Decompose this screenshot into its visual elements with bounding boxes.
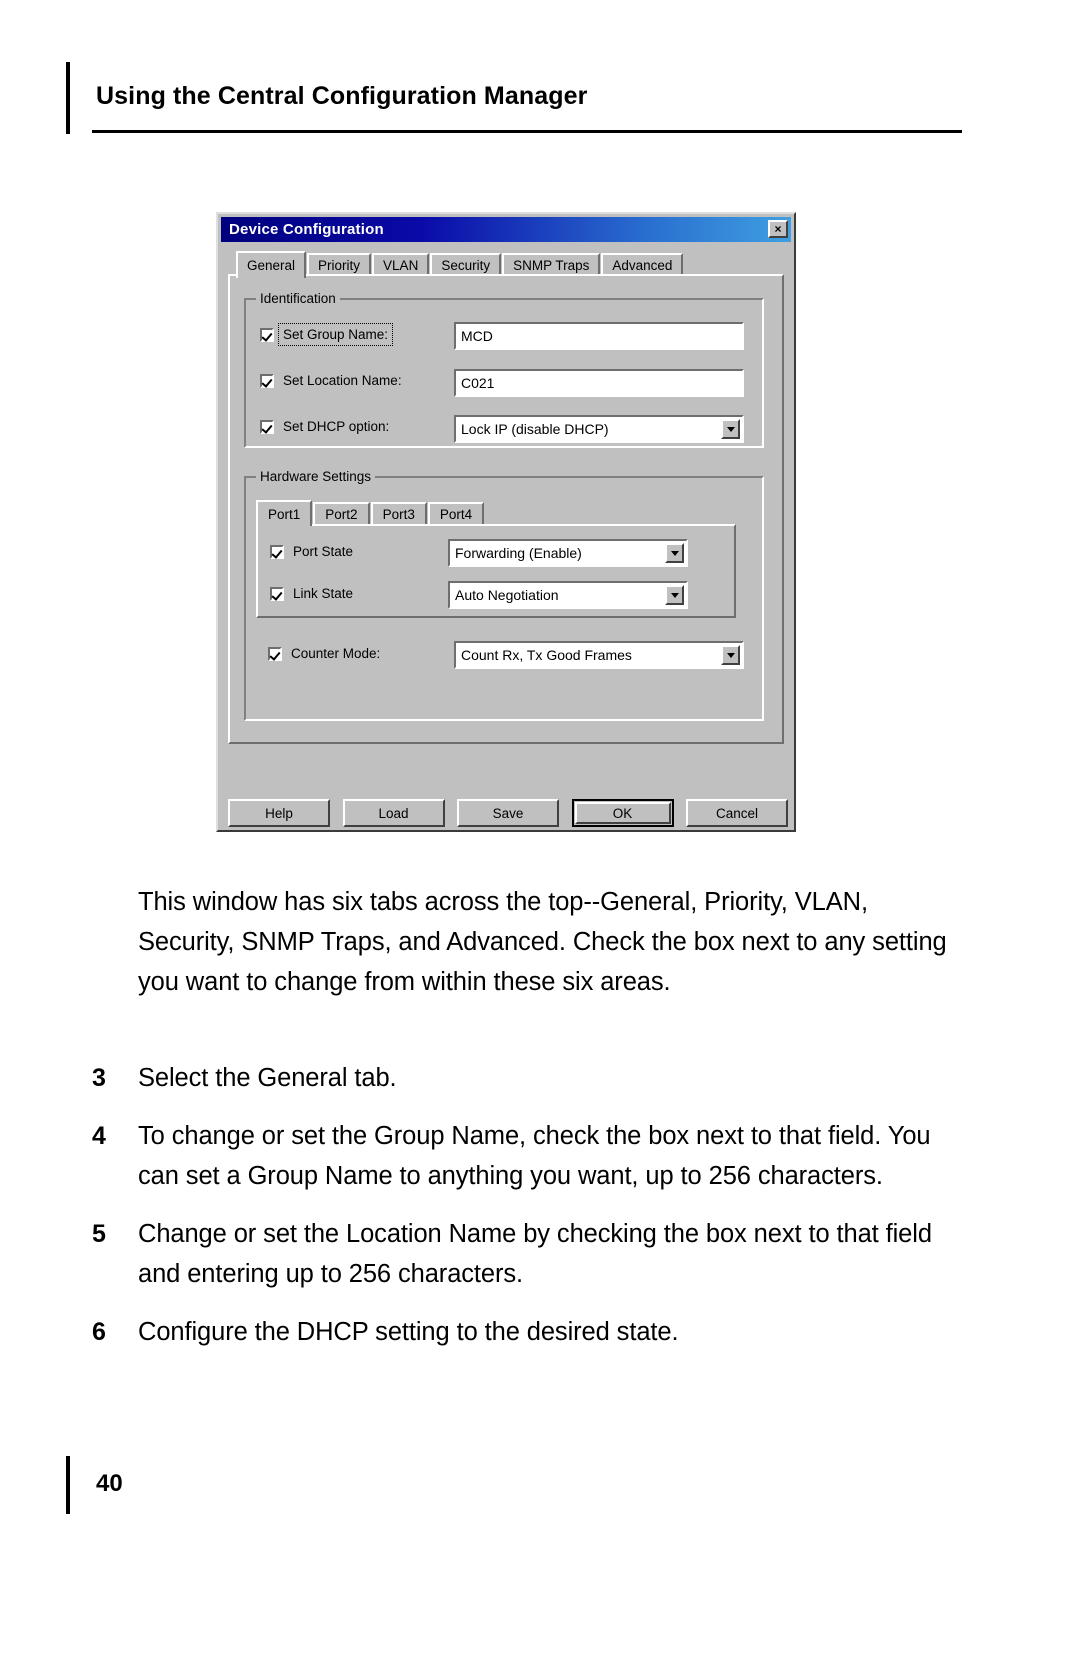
tab-port2[interactable]: Port2 xyxy=(313,502,370,524)
link-state-checkbox[interactable] xyxy=(270,586,284,601)
set-location-name-row: Set Location Name: xyxy=(260,373,402,388)
load-button-label: Load xyxy=(378,805,409,821)
port-state-combobox[interactable]: Forwarding (Enable) xyxy=(448,539,688,567)
tab-priority-label: Priority xyxy=(318,258,361,273)
group-name-input[interactable]: MCD xyxy=(454,322,744,350)
counter-mode-label: Counter Mode: xyxy=(291,646,381,661)
tab-port3-label: Port3 xyxy=(382,506,415,522)
page-footer: 40 xyxy=(66,1456,266,1516)
dialog-button-bar: Help Load Save OK Cancel xyxy=(228,796,788,830)
step-number: 3 xyxy=(92,1064,106,1092)
tab-snmp-traps[interactable]: SNMP Traps xyxy=(502,253,601,276)
port1-page: Port State Forwarding (Enable) Link Stat… xyxy=(256,524,736,618)
set-group-name-label: Set Group Name: xyxy=(277,323,394,346)
tab-port4-label: Port4 xyxy=(439,506,473,522)
list-item: 5 Change or set the Location Name by che… xyxy=(92,1214,972,1294)
cancel-button-label: Cancel xyxy=(715,805,759,821)
group-name-value: MCD xyxy=(461,328,493,344)
hardware-settings-groupbox: Hardware Settings Port1 Port2 Port3 Port… xyxy=(244,469,764,721)
tab-advanced-label: Advanced xyxy=(612,258,673,273)
page-number: 40 xyxy=(96,1470,123,1497)
hardware-settings-legend: Hardware Settings xyxy=(256,469,376,484)
counter-mode-value: Count Rx, Tx Good Frames xyxy=(461,647,632,663)
identification-legend: Identification xyxy=(256,291,340,306)
tab-vlan[interactable]: VLAN xyxy=(372,253,430,276)
tab-vlan-label: VLAN xyxy=(383,258,419,273)
step-number: 6 xyxy=(92,1318,106,1346)
dialog-client-area: General Priority VLAN Security SNMP Trap… xyxy=(228,250,784,790)
chevron-down-icon[interactable] xyxy=(721,645,740,665)
dhcp-option-value: Lock IP (disable DHCP) xyxy=(461,421,609,437)
cancel-button[interactable]: Cancel xyxy=(686,799,788,827)
set-location-name-label: Set Location Name: xyxy=(283,373,402,388)
step-text: Change or set the Location Name by check… xyxy=(138,1220,932,1288)
port-state-row: Port State xyxy=(270,544,353,559)
tab-port1[interactable]: Port1 xyxy=(256,500,313,526)
tab-advanced[interactable]: Advanced xyxy=(601,253,684,276)
port-tabstrip: Port1 Port2 Port3 Port4 xyxy=(256,500,485,526)
counter-mode-checkbox[interactable] xyxy=(268,646,282,661)
tab-port1-label: Port1 xyxy=(268,506,301,522)
save-button-label: Save xyxy=(492,805,524,821)
help-button[interactable]: Help xyxy=(228,799,330,827)
port-state-checkbox[interactable] xyxy=(270,544,284,559)
header-bottom-rule xyxy=(92,130,962,133)
tab-port2-label: Port2 xyxy=(325,506,358,522)
close-icon[interactable]: × xyxy=(768,220,788,238)
identification-groupbox: Identification Set Group Name: MCD Set L… xyxy=(244,291,764,448)
list-item: 6 Configure the DHCP setting to the desi… xyxy=(92,1312,972,1352)
link-state-combobox[interactable]: Auto Negotiation xyxy=(448,581,688,609)
load-button[interactable]: Load xyxy=(342,799,445,827)
step-number: 5 xyxy=(92,1220,106,1248)
save-button[interactable]: Save xyxy=(457,799,559,827)
tab-general-label: General xyxy=(247,258,296,273)
step-text: To change or set the Group Name, check t… xyxy=(138,1122,931,1190)
counter-mode-row: Counter Mode: xyxy=(268,646,380,661)
set-location-name-checkbox[interactable] xyxy=(260,373,274,388)
list-item: 3 Select the General tab. xyxy=(92,1058,972,1098)
set-dhcp-option-row: Set DHCP option: xyxy=(260,419,389,434)
header-left-rule xyxy=(66,62,70,134)
general-tab-page: Identification Set Group Name: MCD Set L… xyxy=(228,274,784,744)
main-tabstrip: General Priority VLAN Security SNMP Trap… xyxy=(236,250,684,278)
tab-priority[interactable]: Priority xyxy=(307,253,372,276)
counter-mode-combobox[interactable]: Count Rx, Tx Good Frames xyxy=(454,641,744,669)
device-configuration-dialog: Device Configuration × General Priority … xyxy=(216,212,796,832)
location-name-input[interactable]: C021 xyxy=(454,369,744,397)
dialog-title: Device Configuration xyxy=(229,221,384,238)
footer-left-rule xyxy=(66,1456,70,1514)
numbered-steps-list: 3 Select the General tab. 4 To change or… xyxy=(92,1058,972,1370)
set-group-name-checkbox[interactable] xyxy=(260,327,274,342)
list-item: 4 To change or set the Group Name, check… xyxy=(92,1116,972,1196)
tab-security-label: Security xyxy=(441,258,491,273)
tab-snmp-traps-label: SNMP Traps xyxy=(513,258,590,273)
ok-button-label: OK xyxy=(612,805,633,821)
set-group-name-row: Set Group Name: xyxy=(260,323,394,346)
chevron-down-icon[interactable] xyxy=(665,585,684,605)
set-dhcp-option-label: Set DHCP option: xyxy=(283,419,390,434)
tab-port4[interactable]: Port4 xyxy=(427,502,485,524)
step-text: Select the General tab. xyxy=(138,1064,397,1092)
page-header: Using the Central Configuration Manager xyxy=(66,62,962,134)
dialog-titlebar: Device Configuration × xyxy=(221,217,791,242)
chevron-down-icon[interactable] xyxy=(721,419,740,439)
intro-paragraph: This window has six tabs across the top-… xyxy=(138,888,947,996)
chevron-down-icon[interactable] xyxy=(665,543,684,563)
ok-button[interactable]: OK xyxy=(571,799,674,827)
link-state-label: Link State xyxy=(293,586,354,601)
tab-general[interactable]: General xyxy=(236,251,307,278)
running-header-title: Using the Central Configuration Manager xyxy=(96,82,588,110)
location-name-value: C021 xyxy=(461,375,495,391)
tab-port3[interactable]: Port3 xyxy=(370,502,427,524)
set-dhcp-option-checkbox[interactable] xyxy=(260,419,274,434)
step-number: 4 xyxy=(92,1122,106,1150)
dhcp-option-combobox[interactable]: Lock IP (disable DHCP) xyxy=(454,415,744,443)
port-state-label: Port State xyxy=(293,544,354,559)
link-state-value: Auto Negotiation xyxy=(455,587,559,603)
link-state-row: Link State xyxy=(270,586,353,601)
port-state-value: Forwarding (Enable) xyxy=(455,545,582,561)
help-button-label: Help xyxy=(265,805,293,821)
step-text: Configure the DHCP setting to the desire… xyxy=(138,1318,679,1346)
tab-security[interactable]: Security xyxy=(430,253,502,276)
